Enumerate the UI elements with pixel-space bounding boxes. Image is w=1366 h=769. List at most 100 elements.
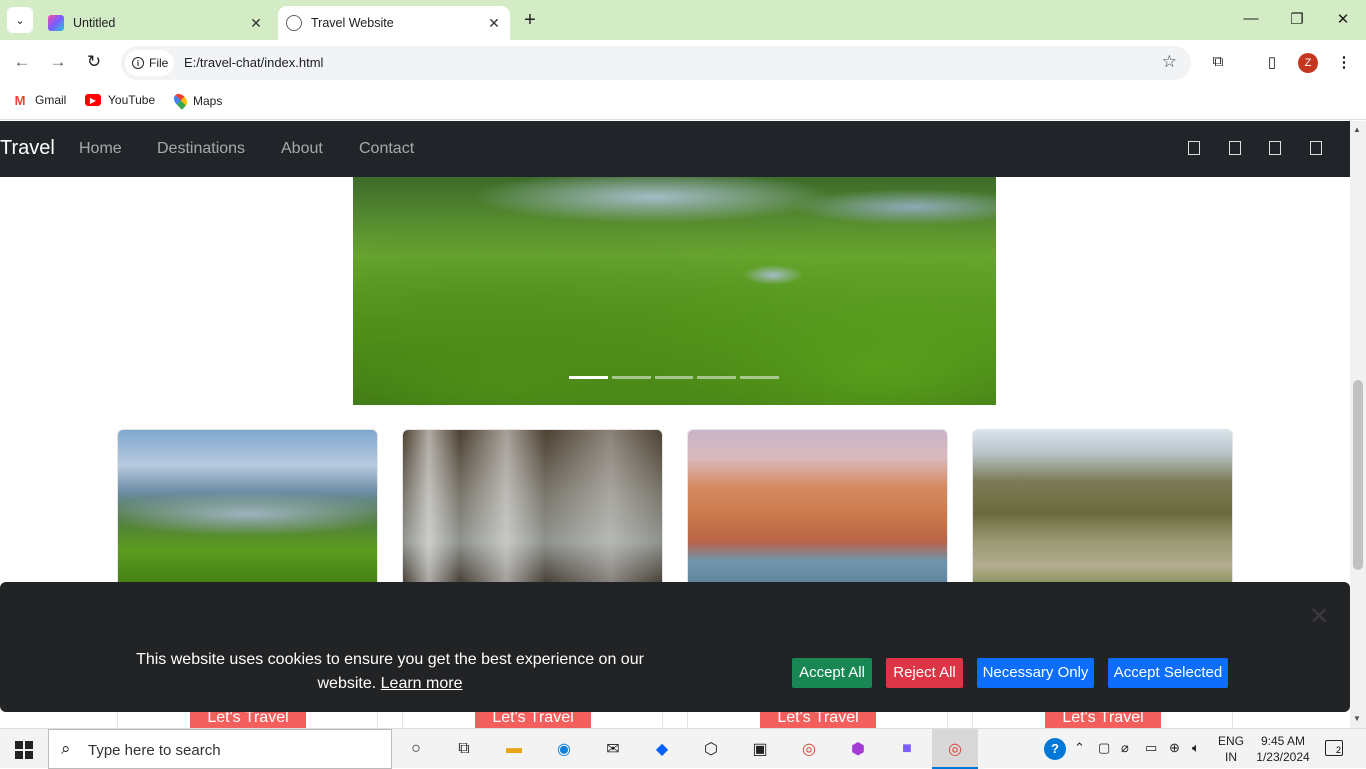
meet-icon[interactable]: ▢	[1098, 740, 1110, 756]
nav-contact[interactable]: Contact	[359, 140, 414, 158]
nav-home[interactable]: Home	[79, 140, 122, 158]
app-hexagon-icon[interactable]: ⬡	[699, 737, 723, 761]
mountain-bridge-image	[973, 430, 1232, 590]
carousel-indicator[interactable]	[654, 376, 694, 379]
mail-icon[interactable]: ✉	[601, 737, 625, 761]
necessary-only-button[interactable]: Necessary Only	[977, 658, 1094, 688]
nav-about[interactable]: About	[281, 140, 323, 158]
accept-selected-button[interactable]: Accept Selected	[1108, 658, 1228, 688]
search-placeholder: Type here to search	[88, 742, 221, 759]
clock-date: 1/23/2024	[1256, 750, 1310, 764]
carousel-indicators	[569, 376, 779, 379]
app-square-icon[interactable]: ■	[895, 737, 919, 761]
search-icon: ⌕	[61, 739, 71, 758]
clock-time: 9:45 AM	[1260, 734, 1306, 748]
url-text[interactable]: E:/travel-chat/index.html	[184, 55, 323, 70]
bookmark-star-icon[interactable]: ☆	[1162, 52, 1177, 72]
nav-destinations[interactable]: Destinations	[157, 140, 245, 158]
maps-pin-icon	[171, 91, 190, 110]
restore-icon[interactable]: ❐	[1287, 10, 1307, 28]
carousel-indicator[interactable]	[569, 376, 608, 379]
youtube-icon: ▶	[85, 94, 101, 106]
social-icon-4[interactable]	[1310, 141, 1322, 155]
side-panel-icon[interactable]: ▯	[1262, 53, 1282, 71]
chrome-icon[interactable]: ◎	[797, 737, 821, 761]
wps-icon[interactable]: ⬢	[846, 737, 870, 761]
social-icon-1[interactable]	[1188, 141, 1200, 155]
network-off-icon[interactable]: ⌀	[1121, 740, 1129, 756]
globe-network-icon[interactable]: ⊕	[1169, 740, 1180, 756]
active-chrome-taskbar-item[interactable]: ◎	[932, 729, 978, 769]
language-indicator[interactable]: ENG IN	[1216, 733, 1246, 765]
cookie-close-icon[interactable]: ✕	[1308, 602, 1330, 631]
help-icon[interactable]: ?	[1044, 738, 1066, 760]
carousel-indicator[interactable]	[740, 376, 779, 379]
carousel-indicator[interactable]	[611, 376, 651, 379]
clock[interactable]: 9:45 AM 1/23/2024	[1252, 733, 1314, 765]
cookie-message: This website uses cookies to ensure you …	[120, 648, 660, 696]
tab-travel-website[interactable]: Travel Website ✕	[278, 6, 510, 40]
ghats-city-image	[688, 430, 947, 590]
scroll-up-icon[interactable]: ▲	[1353, 125, 1361, 134]
site-info-chip[interactable]: i File	[125, 50, 174, 76]
bookmarks-bar: M Gmail ▶ YouTube Maps	[0, 86, 1366, 120]
address-bar[interactable]: i File E:/travel-chat/index.html ☆	[121, 46, 1191, 80]
tea-hills-image	[118, 430, 377, 590]
info-icon: i	[132, 57, 144, 69]
taskbar-search[interactable]: ⌕ Type here to search	[48, 729, 392, 769]
close-tab-icon[interactable]: ✕	[484, 15, 504, 32]
reject-all-button[interactable]: Reject All	[886, 658, 963, 688]
scroll-thumb[interactable]	[1353, 380, 1363, 570]
language-code: ENG	[1217, 734, 1244, 748]
reload-icon[interactable]: ↻	[83, 52, 105, 72]
windows-start-icon[interactable]	[15, 741, 33, 759]
back-icon[interactable]: ←	[11, 52, 33, 72]
windows-taskbar: ⌕ Type here to search ○ ⧉ ▬ ◉ ✉ ◆ ⬡ ▣ ◎ …	[0, 728, 1366, 769]
browser-toolbar: ← → ↻ i File E:/travel-chat/index.html ☆…	[0, 40, 1366, 86]
file-explorer-icon[interactable]: ▬	[502, 737, 526, 761]
social-icon-2[interactable]	[1229, 141, 1241, 155]
bookmark-label: Maps	[193, 93, 223, 108]
hero-carousel[interactable]	[353, 177, 996, 405]
chevron-up-icon[interactable]: ⌃	[1074, 740, 1085, 756]
extensions-icon[interactable]: ⧉	[1208, 53, 1228, 70]
site-info-label: File	[149, 56, 169, 70]
bookmark-gmail[interactable]: M Gmail	[12, 93, 67, 108]
forward-icon[interactable]: →	[47, 52, 69, 72]
bookmark-youtube[interactable]: ▶ YouTube	[85, 93, 155, 107]
social-icon-3[interactable]	[1269, 141, 1281, 155]
terminal-icon[interactable]: ▣	[748, 737, 772, 761]
battery-icon[interactable]: ▭	[1145, 740, 1157, 756]
new-tab-button[interactable]: +	[519, 9, 541, 32]
page-scrollbar[interactable]: ▲ ▼	[1350, 121, 1366, 728]
globe-icon	[286, 15, 302, 31]
close-tab-icon[interactable]: ✕	[246, 15, 266, 32]
site-brand[interactable]: Travel	[0, 137, 55, 160]
learn-more-link[interactable]: Learn more	[381, 675, 463, 692]
task-view-icon[interactable]: ⧉	[452, 737, 476, 761]
notifications-icon[interactable]: 2	[1325, 740, 1343, 756]
window-close-icon[interactable]: ✕	[1333, 10, 1353, 28]
tab-untitled[interactable]: Untitled ✕	[40, 6, 272, 40]
carousel-indicator[interactable]	[697, 376, 737, 379]
accept-all-button[interactable]: Accept All	[792, 658, 872, 688]
scroll-down-icon[interactable]: ▼	[1353, 714, 1361, 723]
page-viewport: Travel Home Destinations About Contact L…	[0, 121, 1350, 728]
dropbox-icon[interactable]: ◆	[650, 737, 674, 761]
waterfall-image	[403, 430, 662, 590]
tab-title: Untitled	[73, 16, 116, 30]
tab-title: Travel Website	[311, 16, 394, 30]
profile-avatar[interactable]: Z	[1298, 53, 1318, 73]
menu-icon[interactable]: ⋮	[1334, 53, 1354, 71]
bookmark-label: Gmail	[35, 93, 67, 107]
volume-icon[interactable]: 🔈︎	[1192, 740, 1200, 756]
bookmark-label: YouTube	[108, 93, 156, 107]
region-code: IN	[1225, 750, 1237, 764]
bookmark-maps[interactable]: Maps	[171, 91, 223, 110]
tab-search-button[interactable]: ⌄	[7, 7, 33, 33]
cortana-icon[interactable]: ○	[404, 737, 428, 761]
chrome-profile-icon: ◎	[948, 741, 962, 758]
edge-icon[interactable]: ◉	[552, 737, 576, 761]
cookie-banner: ✕ This website uses cookies to ensure yo…	[0, 582, 1350, 712]
minimize-icon[interactable]: —	[1241, 10, 1261, 27]
